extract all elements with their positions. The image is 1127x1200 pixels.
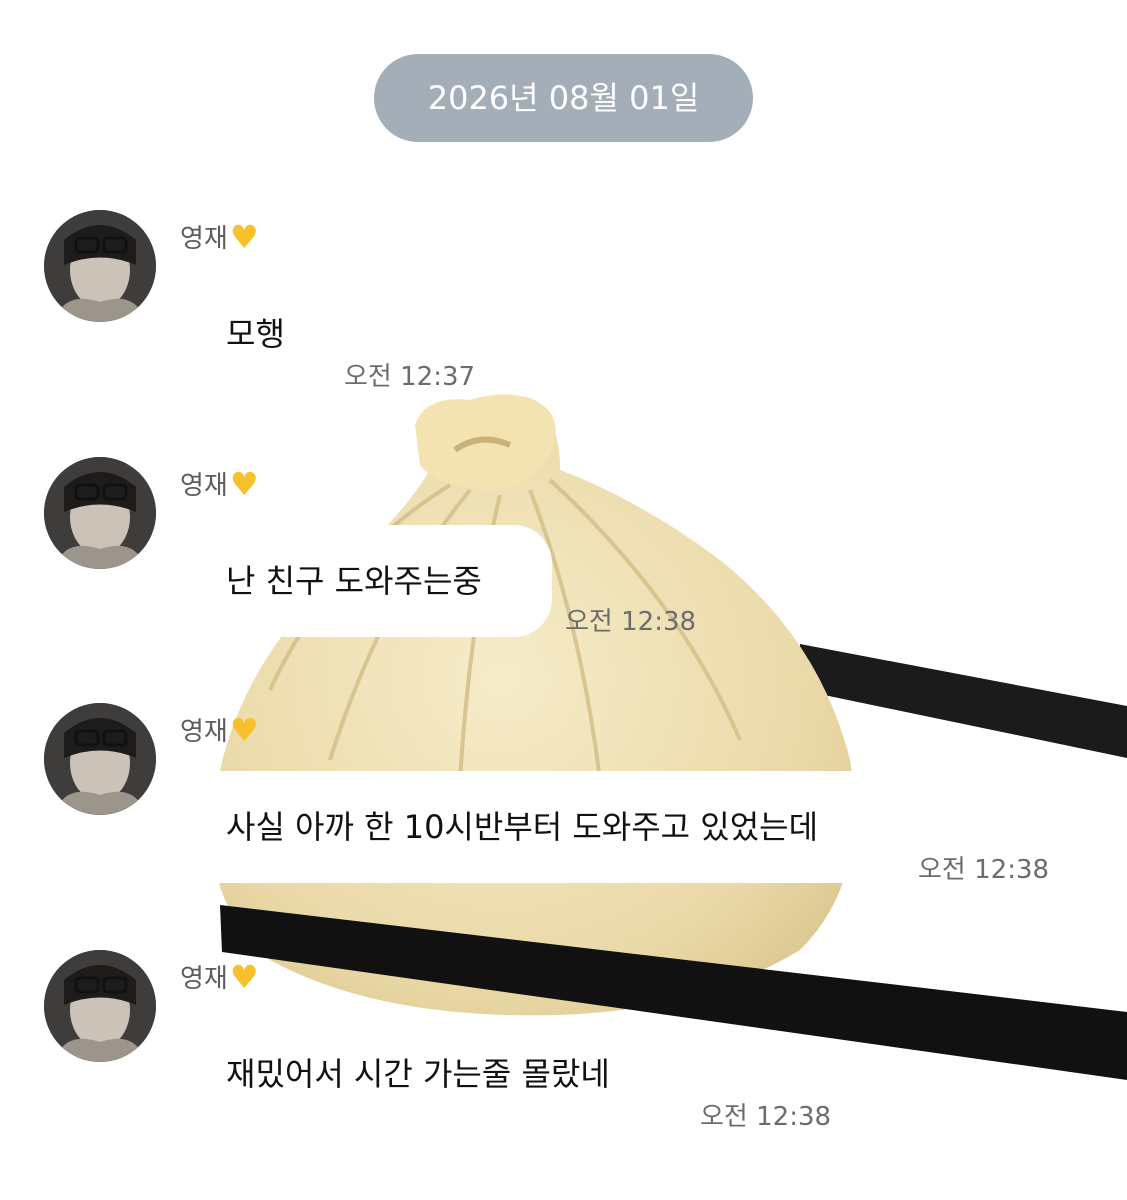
- sender-name: 영재 ♥: [180, 710, 259, 749]
- message-row: 영재 ♥ 난 친구 도와주는중 오전 12:38: [0, 457, 1127, 697]
- message-timestamp: 오전 12:38: [700, 1102, 832, 1132]
- yellow-heart-icon: ♥: [229, 710, 259, 749]
- date-divider: 2026년 08월 01일: [374, 54, 753, 142]
- message-timestamp: 오전 12:38: [565, 607, 697, 637]
- message-timestamp: 오전 12:37: [344, 362, 476, 392]
- yellow-heart-icon: ♥: [229, 217, 259, 256]
- message-bubble[interactable]: 사실 아까 한 10시반부터 도와주고 있었는데: [180, 771, 895, 883]
- message-row: 영재 ♥ 모행 오전 12:37: [0, 210, 1127, 450]
- message-timestamp: 오전 12:38: [918, 855, 1050, 885]
- yellow-heart-icon: ♥: [229, 464, 259, 503]
- avatar[interactable]: [44, 703, 156, 815]
- message-row: 영재 ♥ 재밌어서 시간 가는줄 몰랐네 오전 12:38: [0, 950, 1127, 1190]
- avatar[interactable]: [44, 950, 156, 1062]
- message-row: 영재 ♥ 사실 아까 한 10시반부터 도와주고 있었는데 오전 12:38: [0, 703, 1127, 943]
- sender-name: 영재 ♥: [180, 464, 259, 503]
- avatar[interactable]: [44, 457, 156, 569]
- message-bubble[interactable]: 난 친구 도와주는중: [180, 525, 552, 637]
- message-bubble[interactable]: 재밌어서 시간 가는줄 몰랐네: [180, 1018, 676, 1130]
- sender-name: 영재 ♥: [180, 217, 259, 256]
- avatar[interactable]: [44, 210, 156, 322]
- yellow-heart-icon: ♥: [229, 957, 259, 996]
- message-bubble[interactable]: 모행: [180, 278, 332, 390]
- sender-name: 영재 ♥: [180, 957, 259, 996]
